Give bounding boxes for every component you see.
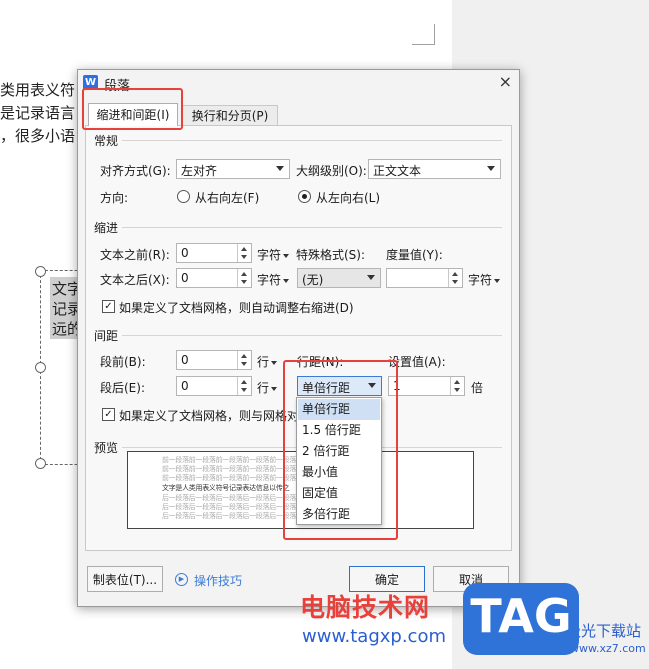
stepper-buttons[interactable] [237,377,251,395]
chevron-down-icon [271,386,278,391]
section-divider [122,140,502,141]
chevron-down-icon [276,166,284,171]
space-after-value: 0 [181,379,189,393]
spacing-grid-checkbox[interactable]: ✓ [102,408,115,421]
watermark-side-url: www.xz7.com [570,642,646,655]
arrow-up-icon[interactable] [241,354,247,358]
chevron-down-icon [494,278,501,283]
preview-current-line: 文字是人类用表义符号记录表达信息以传之 [162,484,290,492]
arrow-down-icon[interactable] [241,280,247,284]
resize-handle[interactable] [35,458,46,469]
unit-label: 字符 [257,273,282,287]
indent-after-unit[interactable]: 字符 [257,271,290,288]
chevron-down-icon [283,278,290,283]
indent-grid-checkbox[interactable]: ✓ [102,300,115,313]
stepper-buttons[interactable] [237,351,251,369]
tab-stops-button[interactable]: 制表位(T)... [87,566,163,592]
arrow-up-icon[interactable] [452,272,458,276]
outline-level-select[interactable]: 正文文本 [368,159,501,179]
align-select[interactable]: 左对齐 [176,159,290,179]
radio-rtl[interactable] [177,190,190,203]
document-text-line: 类用表义符 [0,81,76,99]
indent-before-unit[interactable]: 字符 [257,246,290,263]
chevron-down-icon [487,166,495,171]
special-format-value: (无) [302,273,324,287]
arrow-up-icon[interactable] [241,272,247,276]
space-after-unit[interactable]: 行 [257,379,278,396]
space-after-stepper[interactable]: 0 [176,376,252,396]
indent-after-label: 文本之后(X): [100,273,170,287]
arrow-down-icon[interactable] [454,388,460,392]
align-label: 对齐方式(G): [100,164,171,178]
special-format-select[interactable]: (无) [297,268,381,288]
section-divider [122,335,502,336]
measure-stepper[interactable] [386,268,463,288]
measure-label: 度量值(Y): [386,248,443,262]
watermark-url: www.tagxp.com [302,626,446,647]
stepper-buttons[interactable] [448,269,462,287]
resize-handle[interactable] [35,362,46,373]
arrow-down-icon[interactable] [452,280,458,284]
dropdown-highlight-box [283,360,398,540]
radio-ltr-label[interactable]: 从左向右(L) [316,189,380,206]
unit-label: 字符 [257,248,282,262]
align-select-value: 左对齐 [181,164,218,178]
stepper-buttons[interactable] [237,269,251,287]
indent-before-value: 0 [181,246,189,260]
outline-level-label: 大纲级别(O): [296,164,367,178]
close-icon[interactable]: × [499,72,512,91]
arrow-down-icon[interactable] [241,255,247,259]
special-format-label: 特殊格式(S): [296,248,366,262]
indent-before-label: 文本之前(R): [100,248,170,262]
setting-unit: 倍 [471,381,484,395]
radio-ltr[interactable] [298,190,311,203]
arrow-up-icon[interactable] [241,380,247,384]
chevron-down-icon [271,360,278,365]
space-after-label: 段后(E): [100,381,145,395]
resize-handle[interactable] [35,266,46,277]
space-before-unit[interactable]: 行 [257,353,278,370]
section-indent-title: 缩进 [94,221,119,235]
outline-level-value: 正文文本 [373,164,422,178]
tab-line-page-breaks[interactable]: 换行和分页(P) [182,105,278,126]
play-icon[interactable]: ▶ [175,573,188,586]
spacing-grid-checkbox-label[interactable]: 如果定义了文档网格，则与网格对 [119,407,299,424]
stepper-buttons[interactable] [450,377,464,395]
margin-corner-mark [412,24,435,45]
document-text-line: ，很多小语 [0,127,76,145]
direction-label: 方向: [100,191,129,205]
unit-label: 行 [257,381,270,395]
document-text-line: 是记录语言 [0,104,76,122]
indent-after-stepper[interactable]: 0 [176,268,252,288]
space-before-label: 段前(B): [100,355,146,369]
arrow-down-icon[interactable] [241,362,247,366]
section-general-title: 常规 [94,134,119,148]
arrow-up-icon[interactable] [241,247,247,251]
unit-label: 行 [257,355,270,369]
stepper-buttons[interactable] [237,244,251,262]
chevron-down-icon [367,275,375,280]
watermark-site-name: 电脑技术网 [300,593,431,622]
watermark-logo-text: TAG [470,589,572,643]
unit-label: 字符 [468,273,493,287]
section-divider [122,227,502,228]
radio-rtl-label[interactable]: 从右向左(F) [195,189,259,206]
arrow-up-icon[interactable] [454,380,460,384]
section-preview-title: 预览 [94,441,119,455]
watermark-logo: TAG [463,583,579,655]
section-spacing-title: 间距 [94,329,119,343]
space-before-stepper[interactable]: 0 [176,350,252,370]
indent-after-value: 0 [181,271,189,285]
indent-before-stepper[interactable]: 0 [176,243,252,263]
tips-link[interactable]: 操作技巧 [194,572,242,589]
setting-value-stepper[interactable]: 1 [388,376,465,396]
chevron-down-icon [283,253,290,258]
measure-unit[interactable]: 字符 [468,271,501,288]
indent-grid-checkbox-label[interactable]: 如果定义了文档网格，则自动调整右缩进(D) [119,299,354,316]
tab-highlight-box [82,88,183,130]
space-before-value: 0 [181,353,189,367]
arrow-down-icon[interactable] [241,388,247,392]
